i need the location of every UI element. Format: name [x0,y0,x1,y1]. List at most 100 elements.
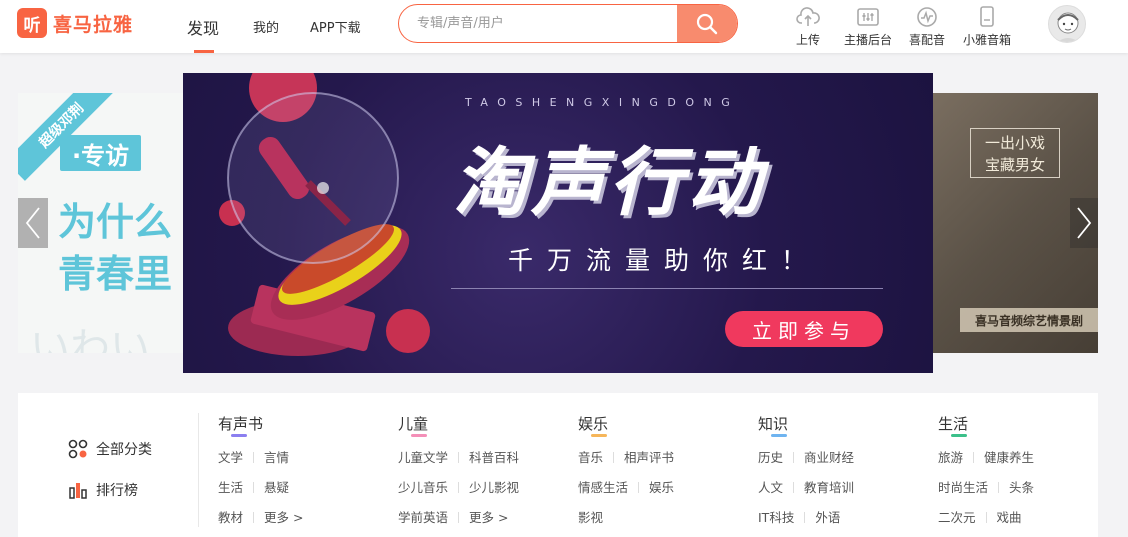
category-row: 文学 言情 [218,447,289,466]
nav-discover-label: 发现 [187,18,220,38]
bar-chart-icon [68,480,88,500]
category-link[interactable]: 相声评书 [624,450,674,465]
category-link[interactable]: 科普百科 [469,450,519,465]
ranking-link[interactable]: 排行榜 [68,480,138,500]
site-logo[interactable]: 听 喜马拉雅 [17,8,133,38]
banner-right-frame-line2: 宝藏男女 [984,156,1045,174]
category-separator [253,482,255,493]
category-row: 影视 [578,507,603,526]
category-separator [253,452,255,463]
search-icon [696,13,718,34]
category-title[interactable]: 有声书 [218,413,388,437]
category-title[interactable]: 儿童 [398,413,568,437]
banner-main[interactable]: TAOSHENGXINGDONG 淘声行动 千万流量助你红！ 立即参与 [183,73,933,373]
tool-upload[interactable]: 上传 [778,6,838,48]
category-row: 音乐 相声评书 [578,447,674,466]
category-title-label: 知识 [758,415,789,433]
category-more-link[interactable]: 更多 > [469,510,508,525]
banner-right-frame: 一出小戏 宝藏男女 [970,128,1060,178]
tool-dubbing-label: 喜配音 [908,33,945,47]
category-title[interactable]: 娱乐 [578,413,748,437]
tool-dubbing[interactable]: 喜配音 [897,6,957,48]
category-link[interactable]: 学前英语 [398,510,448,525]
category-link[interactable]: 头条 [1009,480,1034,495]
category-row: 二次元 戏曲 [938,507,1022,526]
chevron-left-icon [25,207,40,239]
category-column: 知识历史 商业财经人文 教育培训 IT科技 外语 [758,413,928,525]
grid-category-icon [68,439,88,459]
category-link[interactable]: 二次元 [938,510,976,525]
category-link[interactable]: 情感生活 [578,480,628,495]
banner-next-button[interactable] [1070,198,1098,248]
category-link[interactable]: 影视 [578,510,603,525]
banner-divider [451,288,883,289]
category-separator [458,452,460,463]
category-title-label: 有声书 [218,415,264,433]
category-link[interactable]: 时尚生活 [938,480,988,495]
category-link[interactable]: 教材 [218,510,243,525]
nav-discover[interactable]: 发现 [187,0,219,53]
category-separator [985,512,987,523]
category-link[interactable]: 健康养生 [984,450,1034,465]
tool-anchor-backend[interactable]: 主播后台 [838,6,898,48]
nav-mine-label: 我的 [253,21,280,36]
category-separator [613,452,615,463]
all-categories-label: 全部分类 [96,442,152,458]
category-row: 教材 更多 > [218,507,303,526]
upload-cloud-icon [796,6,820,28]
category-link[interactable]: 少儿影视 [469,480,519,495]
banner-right-caption: 喜马音频综艺情景剧 [960,308,1098,332]
category-link[interactable]: 旅游 [938,450,963,465]
search-input[interactable] [417,5,667,42]
category-row: 历史 商业财经 [758,447,854,466]
banner-left-line1: 为什么 [58,200,173,244]
category-link[interactable]: 少儿音乐 [398,480,448,495]
category-separator [253,512,255,523]
category-link[interactable]: 商业财经 [804,450,854,465]
category-link[interactable]: 悬疑 [264,480,289,495]
category-title-underline [951,434,967,437]
category-link[interactable]: IT科技 [758,510,794,525]
category-link[interactable]: 音乐 [578,450,603,465]
category-separator [804,512,806,523]
category-link[interactable]: 生活 [218,480,243,495]
category-title[interactable]: 知识 [758,413,928,437]
category-row: 学前英语 更多 > [398,507,508,526]
banner-prev-button[interactable] [18,198,48,248]
category-more-link[interactable]: 更多 > [264,510,303,525]
category-separator [793,482,795,493]
category-title-underline [231,434,247,437]
category-title[interactable]: 生活 [938,413,1108,437]
category-column: 娱乐 音乐 相声评书 情感生活 娱乐 影视 [578,413,748,525]
category-separator [458,482,460,493]
category-link[interactable]: 人文 [758,480,783,495]
category-link[interactable]: 言情 [264,450,289,465]
category-separator [998,482,1000,493]
tool-speaker[interactable]: 小雅音箱 [957,6,1017,48]
nav-mine[interactable]: 我的 [253,0,279,53]
category-link[interactable]: 戏曲 [997,510,1022,525]
category-title-label: 娱乐 [578,415,609,433]
category-separator [638,482,640,493]
user-avatar[interactable] [1048,5,1086,43]
ranking-label: 排行榜 [96,483,138,499]
category-row: 生活 悬疑 [218,477,289,496]
category-title-underline [591,434,607,437]
banner-subtitle: 千万流量助你红！ [508,246,821,275]
search-button[interactable] [677,5,737,42]
category-panel: 全部分类 排行榜 有声书文学 言情生活 悬疑教材 更多 > 儿童儿童文学 科普百科少儿音乐… [18,393,1098,537]
category-link[interactable]: 历史 [758,450,783,465]
logo-text: 喜马拉雅 [53,13,134,36]
category-row: 时尚生活 头条 [938,477,1034,496]
category-link[interactable]: 外语 [815,510,840,525]
category-link[interactable]: 娱乐 [649,480,674,495]
tool-anchor-label: 主播后台 [843,33,892,47]
all-categories-link[interactable]: 全部分类 [68,439,152,459]
category-link[interactable]: 儿童文学 [398,450,448,465]
top-header: 听 喜马拉雅 发现 我的 APP下载 上传 主播后台 喜配音 小雅音箱 [0,0,1128,53]
nav-app-download[interactable]: APP下载 [310,0,361,53]
banner-cta-button[interactable]: 立即参与 [725,311,883,347]
category-link[interactable]: 教育培训 [804,480,854,495]
banner-pinyin: TAOSHENGXINGDONG [465,96,740,109]
category-link[interactable]: 文学 [218,450,243,465]
